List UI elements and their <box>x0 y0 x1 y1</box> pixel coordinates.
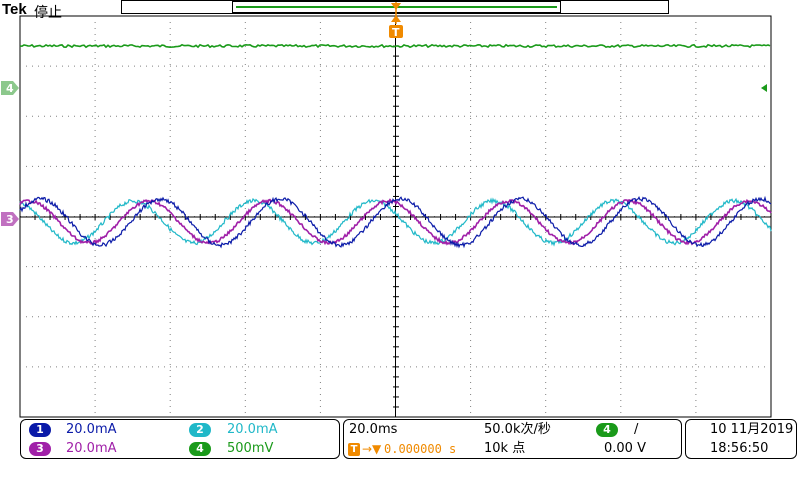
ch3-scale: 20.0mA <box>66 441 117 456</box>
channel-scale-panel[interactable]: 1 20.0mA 2 20.0mA 3 20.0mA 4 500mV <box>20 419 340 459</box>
ch2-scale: 20.0mA <box>227 422 278 437</box>
ch3-ground-marker-label: 3 <box>6 213 14 226</box>
waveform-display[interactable]: 4 3 T <box>0 0 800 420</box>
datetime-panel: 10 11月2019 18:56:50 <box>685 419 797 459</box>
ch4-scale: 500mV <box>227 441 274 456</box>
ch4-ground-marker-label: 4 <box>6 82 14 95</box>
trigger-slope-icon: / <box>634 422 639 437</box>
trigger-position-value: 0.000000 s <box>384 442 457 456</box>
trigger-level-arrow <box>761 84 767 92</box>
timebase-trigger-panel[interactable]: 20.0ms 50.0k次/秒 4 / T →▼ 0.000000 s 10k … <box>343 419 682 459</box>
arrow-right-icon: →▼ <box>362 442 382 456</box>
time-display: 18:56:50 <box>710 441 769 456</box>
trigger-marker-label: T <box>392 26 400 39</box>
trigger-position-icon: T <box>348 443 360 456</box>
date-display: 10 11月2019 <box>710 422 794 437</box>
ch2-badge[interactable]: 2 <box>189 423 211 437</box>
sample-rate: 50.0k次/秒 <box>484 422 551 437</box>
trigger-arrow-icon <box>391 3 401 10</box>
ch4-badge[interactable]: 4 <box>189 442 211 456</box>
ch1-scale: 20.0mA <box>66 422 117 437</box>
ch1-badge[interactable]: 1 <box>29 423 51 437</box>
horizontal-scale: 20.0ms <box>349 422 398 437</box>
trigger-level: 0.00 V <box>604 441 646 456</box>
graticule-grid <box>19 15 772 418</box>
ch3-badge[interactable]: 3 <box>29 442 51 456</box>
channel-indicators: 4 3 T <box>1 2 767 226</box>
trigger-source-badge[interactable]: 4 <box>596 423 618 437</box>
record-length: 10k 点 <box>484 441 526 456</box>
